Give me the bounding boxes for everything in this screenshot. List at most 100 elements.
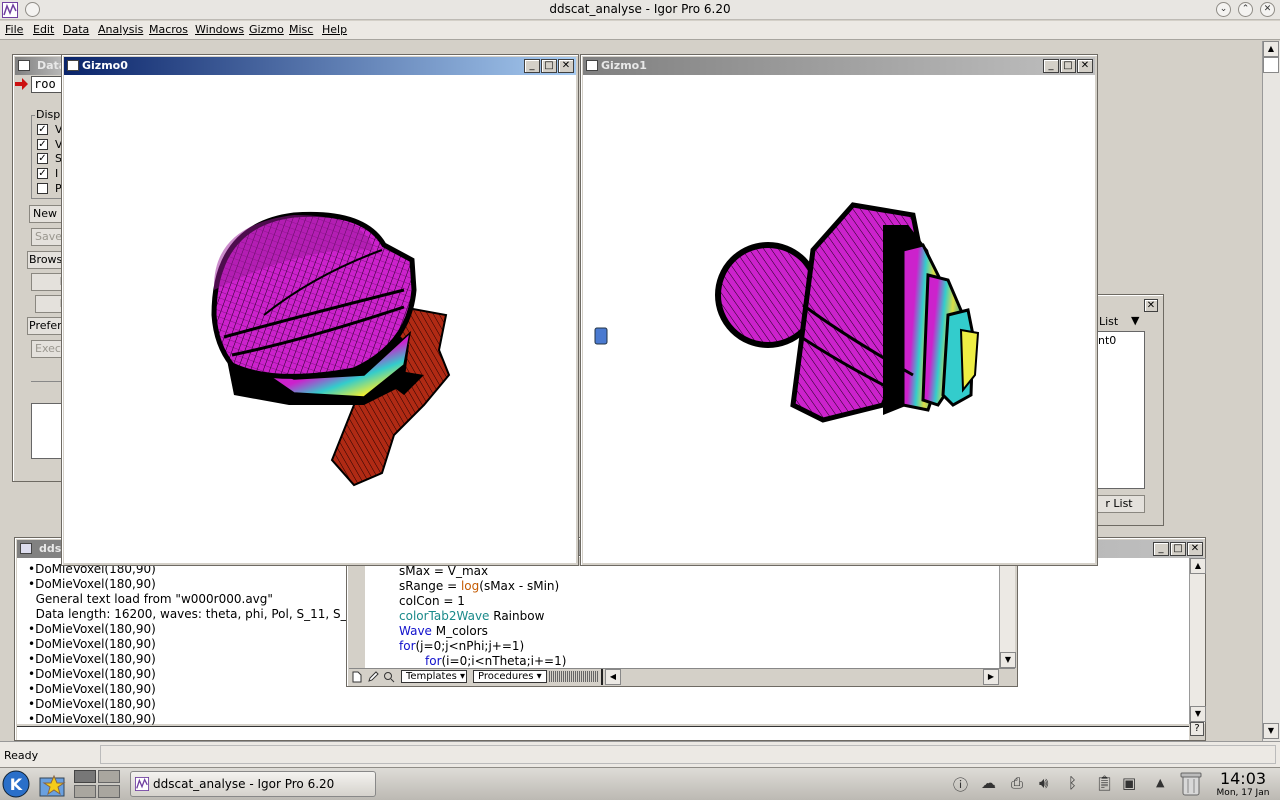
- clipboard-icon[interactable]: 📋︎: [1095, 774, 1114, 792]
- printer-icon[interactable]: ⎙: [1011, 774, 1023, 792]
- gizmo0-maximize-button[interactable]: □: [541, 59, 557, 73]
- pane-divider[interactable]: [601, 669, 603, 685]
- display-checkbox-5[interactable]: [37, 183, 48, 194]
- code-line: sRange = log(sMax - sMin): [399, 579, 560, 593]
- history-line: •DoMieVoxel(180,90): [28, 652, 156, 666]
- procedure-scrollbar[interactable]: ▼: [999, 566, 1016, 668]
- gizmo1-titlebar[interactable]: Gizmo1 _ □ ✕: [583, 57, 1095, 75]
- info-icon[interactable]: ⓘ: [953, 774, 968, 795]
- scroll-up-arrow-icon[interactable]: ▲: [1190, 558, 1206, 574]
- display-checkbox-2[interactable]: ✓: [37, 139, 48, 150]
- code-line: for(i=0;i<nTheta;i+=1): [425, 654, 567, 668]
- gizmo1-maximize-button[interactable]: □: [1060, 59, 1076, 73]
- document-icon[interactable]: [351, 671, 363, 683]
- menu-windows[interactable]: Windows: [195, 23, 244, 36]
- magnifier-icon[interactable]: [383, 671, 395, 683]
- code-line: for(j=0;j<nPhi;j+=1): [399, 639, 525, 653]
- gizmo1-minimize-button[interactable]: _: [1043, 59, 1059, 73]
- scroll-up-arrow-icon[interactable]: ▲: [1263, 41, 1279, 57]
- menu-analysis[interactable]: Analysis: [98, 23, 143, 36]
- scroll-down-arrow-icon[interactable]: ▼: [1190, 706, 1206, 722]
- history-line: •DoMieVoxel(180,90): [28, 697, 156, 711]
- window-icon: [67, 60, 79, 71]
- gizmo0-window: Gizmo0 _ □ ✕: [61, 54, 579, 566]
- display-checkbox-4[interactable]: ✓: [37, 168, 48, 179]
- tray-expand-icon[interactable]: ▲: [1156, 776, 1164, 789]
- code-line: colCon = 1: [399, 594, 465, 608]
- gizmo0-3d-surface-plot[interactable]: [64, 75, 576, 563]
- menu-file[interactable]: File: [5, 23, 23, 36]
- history-line: •DoMieVoxel(180,90): [28, 577, 156, 591]
- scroll-down-arrow-icon[interactable]: ▼: [1000, 652, 1016, 668]
- procedures-popup[interactable]: Procedures ▾: [473, 670, 547, 683]
- procedure-window: sMax = V_max sRange = log(sMax - sMin) c…: [346, 555, 1018, 687]
- current-folder-arrow-icon: [15, 78, 28, 90]
- chevron-down-icon[interactable]: ▼: [1131, 314, 1139, 327]
- display-group-label: Disp: [35, 108, 62, 121]
- trash-icon[interactable]: [1180, 771, 1202, 797]
- display-checkbox-1[interactable]: ✓: [37, 124, 48, 135]
- gizmo-info-icon[interactable]: [594, 327, 608, 345]
- kde-menu-icon[interactable]: K: [2, 770, 30, 798]
- pencil-icon[interactable]: [367, 671, 379, 683]
- gizmo0-minimize-button[interactable]: _: [524, 59, 540, 73]
- display-checkbox-3[interactable]: ✓: [37, 153, 48, 164]
- svg-text:K: K: [10, 775, 23, 794]
- taskbar-task-igor[interactable]: ddscat_analyse - Igor Pro 6.20: [130, 771, 376, 797]
- volume-icon[interactable]: 🔊︎: [1039, 774, 1048, 792]
- desktop-1[interactable]: [74, 770, 96, 783]
- history-line: •DoMieVoxel(180,90): [28, 712, 156, 726]
- history-scrollbar[interactable]: ▲ ▼: [1189, 558, 1206, 724]
- history-maximize-button[interactable]: □: [1170, 542, 1186, 556]
- code-line: sMax = V_max: [399, 564, 489, 578]
- list-button[interactable]: r List: [1093, 495, 1145, 513]
- scroll-right-arrow-icon[interactable]: ▶: [983, 669, 999, 685]
- gizmo0-close-button[interactable]: ✕: [558, 59, 574, 73]
- clock-date: Mon, 17 Jan: [1216, 788, 1270, 798]
- procedure-text-area[interactable]: sMax = V_max sRange = log(sMax - sMin) c…: [365, 564, 999, 668]
- menu-macros[interactable]: Macros: [149, 23, 188, 36]
- close-button[interactable]: ✕: [1260, 2, 1275, 17]
- menu-edit[interactable]: Edit: [33, 23, 54, 36]
- list-item[interactable]: nt0: [1098, 334, 1116, 347]
- toolbar-grip: [549, 671, 599, 682]
- gizmo1-3d-surface-plot[interactable]: [583, 75, 1095, 563]
- history-minimize-button[interactable]: _: [1153, 542, 1169, 556]
- gizmo1-plot-area[interactable]: [583, 75, 1095, 563]
- scroll-left-arrow-icon[interactable]: ◀: [605, 669, 621, 685]
- command-line-input[interactable]: [17, 726, 1189, 740]
- device-notifier-icon[interactable]: ▣: [1122, 774, 1136, 792]
- minimize-button[interactable]: ⌄: [1216, 2, 1231, 17]
- menu-help[interactable]: Help: [322, 23, 347, 36]
- list-close-icon[interactable]: ✕: [1144, 299, 1158, 312]
- code-line: Wave M_colors: [399, 624, 488, 638]
- templates-popup[interactable]: Templates ▾: [401, 670, 467, 683]
- history-line: •DoMieVoxel(180,90): [28, 637, 156, 651]
- favorites-star-icon[interactable]: [38, 772, 66, 798]
- desktop-2[interactable]: [98, 770, 120, 783]
- status-text: Ready: [4, 749, 39, 762]
- taskbar: K ddscat_analyse - Igor Pro 6.20 ⓘ ☁ ⎙ 🔊…: [0, 767, 1280, 800]
- menu-gizmo[interactable]: Gizmo: [249, 23, 284, 36]
- help-icon[interactable]: ?: [1190, 722, 1204, 736]
- list-box[interactable]: nt0: [1093, 331, 1145, 489]
- gizmo0-plot-area[interactable]: [64, 75, 576, 563]
- desktop-4[interactable]: [98, 785, 120, 798]
- menu-misc[interactable]: Misc: [289, 23, 313, 36]
- scroll-down-arrow-icon[interactable]: ▼: [1263, 723, 1279, 739]
- history-close-button[interactable]: ✕: [1187, 542, 1203, 556]
- history-line: •DoMieVoxel(180,90): [28, 622, 156, 636]
- gizmo1-close-button[interactable]: ✕: [1077, 59, 1093, 73]
- scroll-thumb[interactable]: [1263, 57, 1279, 73]
- workspace-scrollbar[interactable]: ▲ ▼: [1262, 41, 1280, 741]
- bluetooth-icon[interactable]: ᛒ: [1068, 774, 1077, 792]
- maximize-button[interactable]: ⌃: [1238, 2, 1253, 17]
- gizmo0-titlebar[interactable]: Gizmo0 _ □ ✕: [64, 57, 576, 75]
- status-bar: Ready: [0, 741, 1280, 767]
- network-icon[interactable]: ☁: [981, 774, 996, 792]
- history-line: Data length: 16200, waves: theta, phi, P…: [28, 607, 362, 621]
- menu-data[interactable]: Data: [63, 23, 89, 36]
- gizmo0-title: Gizmo0: [82, 59, 128, 72]
- clock-time[interactable]: 14:03: [1210, 769, 1276, 788]
- desktop-3[interactable]: [74, 785, 96, 798]
